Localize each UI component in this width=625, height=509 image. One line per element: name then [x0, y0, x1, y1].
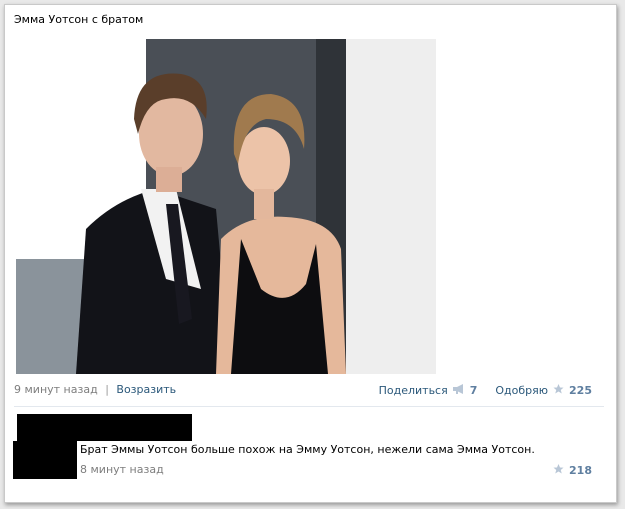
comment-like-count: 218	[569, 464, 592, 477]
reply-link[interactable]: Возразить	[116, 383, 176, 396]
post-meta: 9 минут назад | Возразить Поделиться 7 О…	[14, 383, 604, 401]
post-photo[interactable]	[16, 39, 436, 374]
share-button[interactable]: Поделиться	[379, 384, 448, 397]
post-actions: Поделиться 7 Одобряю 225	[379, 383, 592, 398]
comment-text: Брат Эммы Уотсон больше похож на Эмму Уо…	[80, 443, 535, 456]
post-time: 9 минут назад	[14, 383, 98, 396]
comment-like[interactable]: 218	[552, 463, 592, 478]
comment-avatar[interactable]	[13, 441, 77, 479]
post-card: Эмма Уотсон с братом 9 минут назад | Воз…	[4, 4, 617, 503]
like-count: 225	[569, 384, 592, 397]
share-count: 7	[469, 384, 478, 397]
comment-time: 8 минут назад	[80, 463, 164, 476]
star-icon	[552, 463, 565, 478]
divider	[14, 406, 604, 407]
megaphone-icon	[452, 383, 466, 398]
meta-separator: |	[105, 383, 109, 396]
like-button[interactable]: Одобряю	[495, 384, 548, 397]
post-text: Эмма Уотсон с братом	[14, 13, 144, 26]
censor-block	[17, 414, 192, 441]
star-icon	[552, 383, 565, 398]
